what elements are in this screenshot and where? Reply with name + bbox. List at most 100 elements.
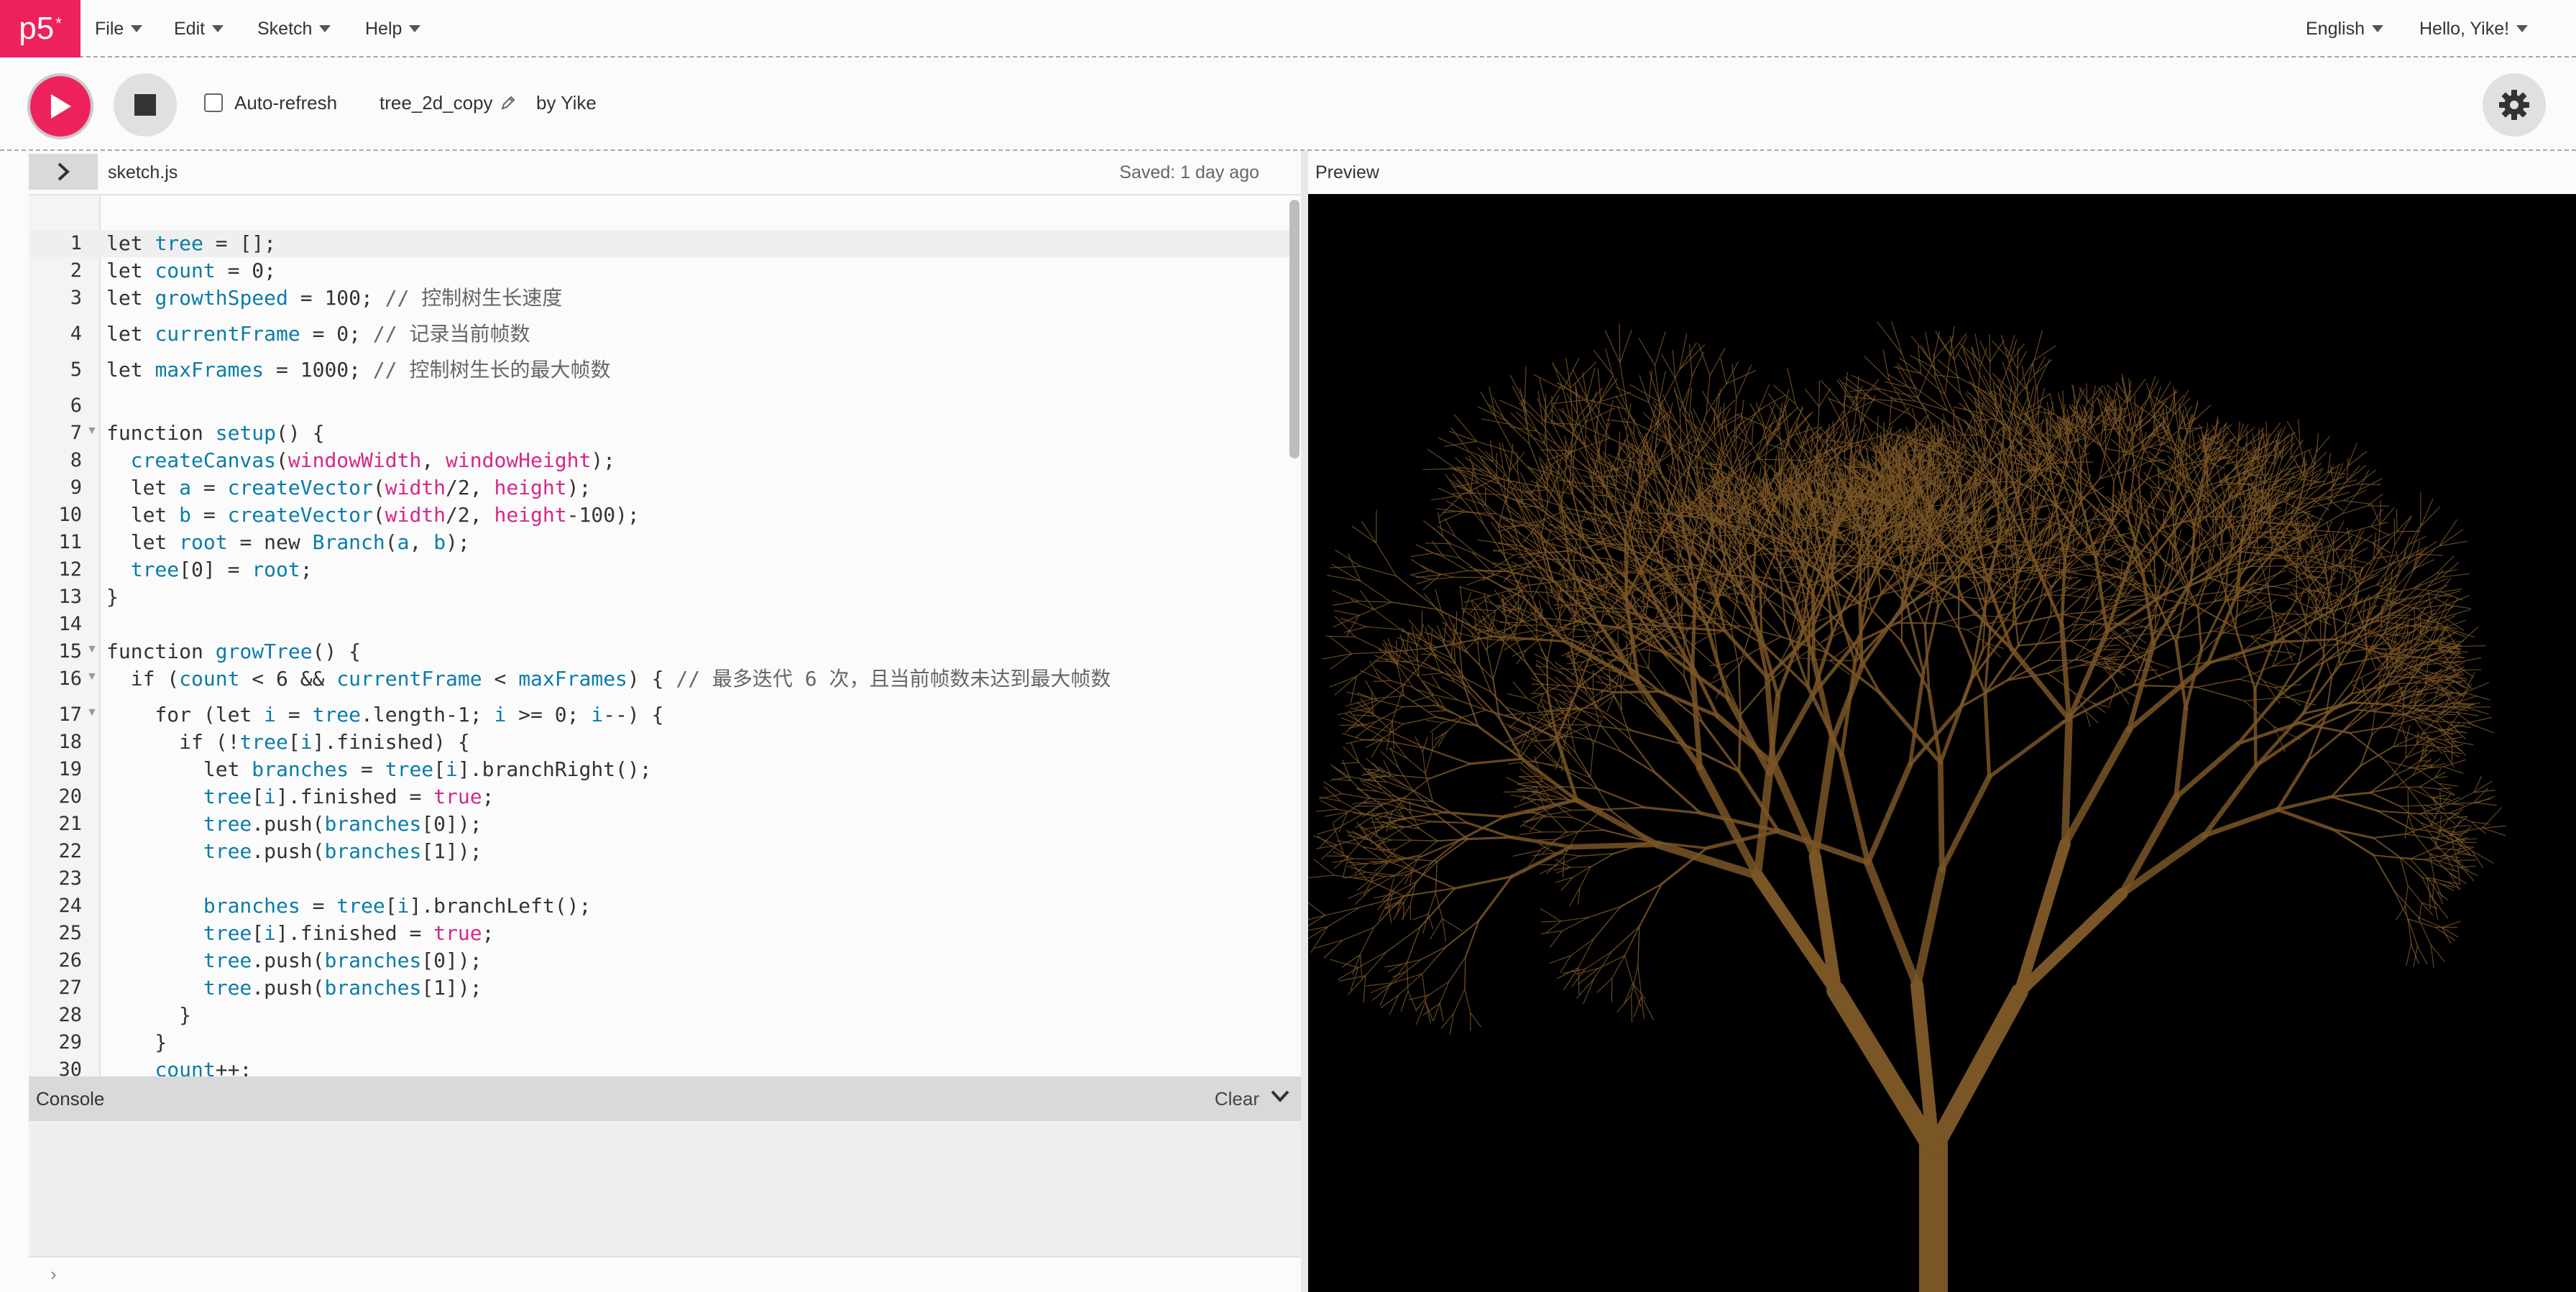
menu-help[interactable]: Help: [365, 0, 421, 57]
tree-branch: [1565, 461, 1578, 488]
tree-branch: [1323, 781, 1343, 795]
code-line[interactable]: 3 let growthSpeed = 100; // 控制树生长速度: [29, 285, 1289, 312]
code-line[interactable]: 27 tree.push(branches[1]);: [29, 974, 1289, 1002]
tree-branch: [1925, 983, 2028, 1158]
tree-branch: [1535, 663, 1547, 676]
code-line[interactable]: 5 let maxFrames = 1000; // 控制树生长的最大帧数: [29, 356, 1289, 384]
file-tab-sketch-js[interactable]: sketch.js: [108, 162, 178, 183]
tree-branch: [1351, 742, 1360, 763]
tree-branch: [1597, 368, 1601, 400]
tree-branch: [1371, 683, 1405, 709]
tree-branch: [1386, 647, 1438, 653]
tree-branch: [2191, 430, 2196, 451]
tree-branch: [1714, 713, 1777, 767]
p5-logo[interactable]: p5 *: [0, 0, 80, 57]
code-line[interactable]: 23: [29, 865, 1289, 892]
tree-branch: [1757, 458, 1805, 461]
tree-branch: [1420, 946, 1447, 961]
code-line[interactable]: 11 let root = new Branch(a, b);: [29, 529, 1289, 556]
fold-arrow-icon[interactable]: ▼: [86, 642, 98, 657]
settings-button[interactable]: [2483, 73, 2546, 137]
tree-branch: [1638, 338, 1656, 366]
tree-branch: [1969, 381, 1997, 402]
tree-branch: [1736, 364, 1752, 399]
code-line[interactable]: 16 ▼ if (count < 6 && currentFrame < maxF…: [29, 665, 1289, 693]
stop-button[interactable]: [114, 73, 177, 137]
tree-branch: [1422, 737, 1428, 753]
console-input[interactable]: ›: [29, 1256, 1301, 1292]
pencil-icon[interactable]: [500, 95, 516, 111]
pane-divider[interactable]: [1301, 151, 1308, 1292]
tree-branch: [1347, 798, 1370, 813]
play-button[interactable]: [27, 73, 93, 139]
tree-branch: [1619, 329, 1632, 364]
tree-branch: [1427, 448, 1457, 470]
tree-branch: [2426, 584, 2449, 595]
code-editor[interactable]: 1 let tree = []; 2 let count = 0; 3 let growt…: [29, 194, 1301, 1076]
code-line[interactable]: 25 tree[i].finished = true;: [29, 920, 1289, 947]
code-line[interactable]: 1 let tree = [];: [29, 230, 1289, 257]
code-line[interactable]: 4 let currentFrame = 0; // 记录当前帧数: [29, 320, 1289, 348]
tree-branch: [1811, 590, 1816, 661]
user-menu[interactable]: Hello, Yike!: [2419, 0, 2529, 57]
tree-branch: [1422, 973, 1427, 1002]
code-line[interactable]: 2 let count = 0;: [29, 257, 1289, 285]
tree-branch: [1327, 907, 1361, 928]
code-line[interactable]: 13}: [29, 583, 1289, 611]
tree-branch: [1619, 362, 1628, 410]
logo-asterisk: *: [55, 14, 62, 32]
tree-branch: [1512, 385, 1527, 413]
code-line[interactable]: 22 tree.push(branches[1]);: [29, 838, 1289, 865]
editor-scrollbar[interactable]: [1289, 200, 1300, 458]
code-line[interactable]: 30 count++;: [29, 1056, 1289, 1076]
menu-file[interactable]: File: [95, 0, 143, 57]
tree-branch: [1342, 927, 1375, 941]
tree-branch: [1416, 578, 1432, 585]
tree-branch: [2346, 465, 2360, 481]
code-line[interactable]: 6: [29, 392, 1289, 420]
code-line[interactable]: 18 if (!tree[i].finished) {: [29, 729, 1289, 756]
code-line[interactable]: 19 let branches = tree[i].branchRight();: [29, 756, 1289, 783]
sketch-name[interactable]: tree_2d_copy: [380, 92, 493, 114]
tree-branch: [1547, 666, 1564, 675]
code-line[interactable]: 24 branches = tree[i].branchLeft();: [29, 892, 1289, 920]
tree-branch: [1509, 845, 1573, 879]
menu-sketch[interactable]: Sketch: [257, 0, 331, 57]
fold-arrow-icon[interactable]: ▼: [86, 670, 98, 684]
tree-branch: [1547, 450, 1575, 468]
line-number: 14: [58, 613, 82, 635]
chevron-down-icon[interactable]: [1269, 1085, 1291, 1107]
code-line[interactable]: 9 let a = createVector(width/2, height);: [29, 474, 1289, 502]
auto-refresh-checkbox[interactable]: [204, 93, 223, 112]
tree-branch: [2220, 532, 2222, 575]
tree-branch: [1439, 1002, 1444, 1022]
tree-branch: [2427, 569, 2444, 588]
tree-branch: [1563, 357, 1580, 390]
line-number: 9: [70, 476, 82, 499]
code-line[interactable]: 17 ▼ for (let i = tree.length-1; i >= 0; …: [29, 701, 1289, 729]
tree-branch: [1896, 622, 1941, 624]
code-line[interactable]: 20 tree[i].finished = true;: [29, 783, 1289, 811]
fold-arrow-icon[interactable]: ▼: [86, 706, 98, 720]
language-selector[interactable]: English: [2306, 0, 2383, 57]
code-line[interactable]: 7 ▼ function setup() {: [29, 420, 1289, 447]
code-line[interactable]: 12 tree[0] = root;: [29, 556, 1289, 583]
fold-arrow-icon[interactable]: ▼: [86, 424, 98, 438]
tree-branch: [1445, 710, 1463, 718]
code-line[interactable]: 21 tree.push(branches[0]);: [29, 811, 1289, 838]
tree-branch: [2009, 338, 2018, 364]
code-line[interactable]: 14: [29, 611, 1289, 638]
tree-branch: [1654, 331, 1666, 366]
code-line[interactable]: 8 createCanvas(windowWidth, windowHeight…: [29, 447, 1289, 474]
code-line[interactable]: 15 ▼ function growTree() {: [29, 638, 1289, 665]
tree-branch: [1966, 459, 1988, 463]
sidebar-toggle-button[interactable]: [29, 154, 98, 190]
tree-branch: [2420, 498, 2434, 527]
code-line[interactable]: 26 tree.push(branches[0]);: [29, 947, 1289, 974]
code-line[interactable]: 28 }: [29, 1002, 1289, 1029]
preview-canvas[interactable]: [1308, 194, 2576, 1292]
code-line[interactable]: 10 let b = createVector(width/2, height-…: [29, 502, 1289, 529]
console-clear-button[interactable]: Clear: [1215, 1088, 1259, 1110]
code-line[interactable]: 29 }: [29, 1029, 1289, 1056]
menu-edit[interactable]: Edit: [174, 0, 224, 57]
